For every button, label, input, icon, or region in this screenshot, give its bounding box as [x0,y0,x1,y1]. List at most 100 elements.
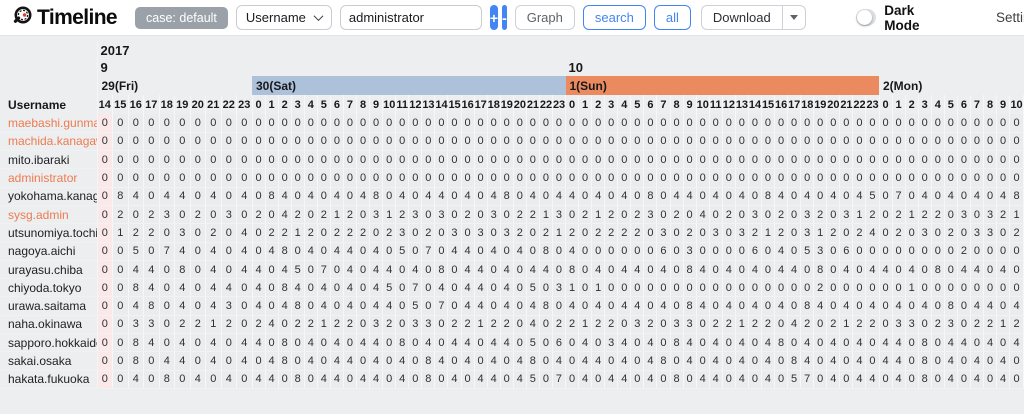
username-cell[interactable]: urayasu.chiba [0,260,98,280]
username-cell[interactable]: utsunomiya.tochigi [0,223,98,243]
value-cell: 0 [565,150,580,170]
value-cell: 4 [970,296,985,316]
value-cell: 0 [656,370,671,389]
value-cell: 4 [774,296,789,316]
value-cell: 4 [395,351,410,371]
add-filter-button[interactable]: + [489,5,499,30]
value-cell: 4 [252,333,266,353]
value-cell: 0 [421,278,436,298]
download-caret-button[interactable] [781,5,806,30]
username-cell[interactable]: urawa.saitama [0,296,98,316]
value-cell: 3 [957,205,971,225]
value-cell: 0 [265,168,279,188]
user-row: maebashi.gunma 0 0 0 0 0 0 0 0 0 0 0 0 0 0 0 0 0 0 0 0 0 0 0 0 0 0… [0,114,1024,133]
value-cell: 0 [970,132,985,152]
username-cell[interactable]: nagoya.aichi [0,242,98,261]
search-input[interactable] [339,5,482,30]
value-cell: 0 [852,260,867,280]
value-cell: 2 [343,205,358,225]
value-cell: 0 [918,278,932,298]
value-cell: 8 [421,351,436,371]
value-cell: 0 [931,370,945,389]
username-cell[interactable]: mito.ibaraki [0,150,98,170]
username-cell[interactable]: chiyoda.tokyo [0,278,98,298]
username-cell[interactable]: maebashi.gunma [0,114,98,133]
value-cell: 0 [630,351,645,371]
username-cell[interactable]: sakai.osaka [0,351,98,371]
value-cell: 0 [221,223,237,243]
corner-cell [0,76,98,95]
value-cell: 0 [513,150,527,170]
value-cell: 0 [931,114,945,133]
user-row: chiyoda.tokyo 0 0 8 4 0 4 0 4 4 0 4 0 8 4 0 4 0 4 0 4 5 0 7 0 4 0 4… [0,278,1024,298]
value-cell: 0 [143,351,160,371]
value-cell: 8 [174,260,191,280]
username-cell[interactable]: naha.okinawa [0,315,98,335]
value-cell: 0 [604,351,619,371]
value-cell: 0 [112,333,129,353]
corner-cell [0,59,98,76]
value-cell: 7 [552,370,567,389]
value-cell: 4 [944,333,958,353]
value-cell: 0 [565,114,580,133]
value-cell: 0 [879,205,893,225]
username-cell[interactable]: yokohama.kanagawa [0,187,98,206]
hour-header-cell: 7 [343,95,358,114]
all-button[interactable]: all [653,5,691,30]
value-cell: 0 [356,260,371,280]
value-cell: 0 [748,150,762,170]
value-cell: 8 [539,242,553,261]
value-cell: 0 [369,132,384,152]
value-cell: 1 [761,223,776,243]
download-button[interactable]: Download [700,5,782,30]
value-cell: 0 [408,351,423,371]
value-cell: 7 [434,296,449,316]
value-cell: 4 [996,187,1011,206]
value-cell: 0 [879,242,893,261]
search-button[interactable]: search [582,5,646,30]
username-cell[interactable]: administrator [0,168,98,188]
value-cell: 0 [190,351,206,371]
value-cell: 4 [265,370,279,389]
value-cell: 0 [526,114,540,133]
value-cell: 4 [643,370,658,389]
value-cell: 0 [447,150,462,170]
value-cell: 0 [369,114,384,133]
settings-menu[interactable]: Settings [996,10,1024,25]
graph-button[interactable]: Graph [514,5,575,30]
value-cell: 7 [317,260,331,280]
value-cell: 4 [174,187,191,206]
value-cell: 0 [265,260,279,280]
value-cell: 0 [800,132,815,152]
username-cell[interactable]: sysg.admin [0,205,98,225]
value-cell: 0 [774,150,789,170]
value-cell: 0 [395,168,410,188]
username-cell[interactable]: sapporo.hokkaido [0,333,98,353]
value-cell: 2 [852,223,867,243]
value-cell: 0 [382,187,397,206]
value-cell: 4 [957,260,971,280]
field-select[interactable]: Username [235,5,332,30]
value-cell: 0 [617,114,632,133]
chevron-down-icon [313,11,324,22]
value-cell: 0 [852,296,867,316]
value-cell: 4 [852,187,867,206]
username-cell[interactable]: machida.kanagawa [0,132,98,152]
value-cell: 0 [369,223,384,243]
value-cell: 2 [604,315,619,335]
value-cell: 2 [774,205,789,225]
value-cell: 5 [800,242,815,261]
value-cell: 0 [500,242,514,261]
value-cell: 0 [604,132,619,152]
user-row: nagoya.aichi 0 0 5 0 7 4 0 4 0 4 0 4 8 0 4 0 4 4 0 4 0 5 0 7 0 4 4 0… [0,242,1024,261]
dark-mode-toggle[interactable] [855,9,877,26]
value-cell: 0 [539,114,553,133]
value-cell: 4 [683,333,697,353]
remove-filter-button[interactable]: - [502,5,507,30]
value-cell: 0 [97,205,113,225]
value-cell: 1 [905,278,919,298]
value-cell: 0 [709,242,723,261]
username-cell[interactable]: hakata.fukuoka [0,370,98,389]
value-cell: 4 [578,351,593,371]
value-cell: 0 [143,150,160,170]
